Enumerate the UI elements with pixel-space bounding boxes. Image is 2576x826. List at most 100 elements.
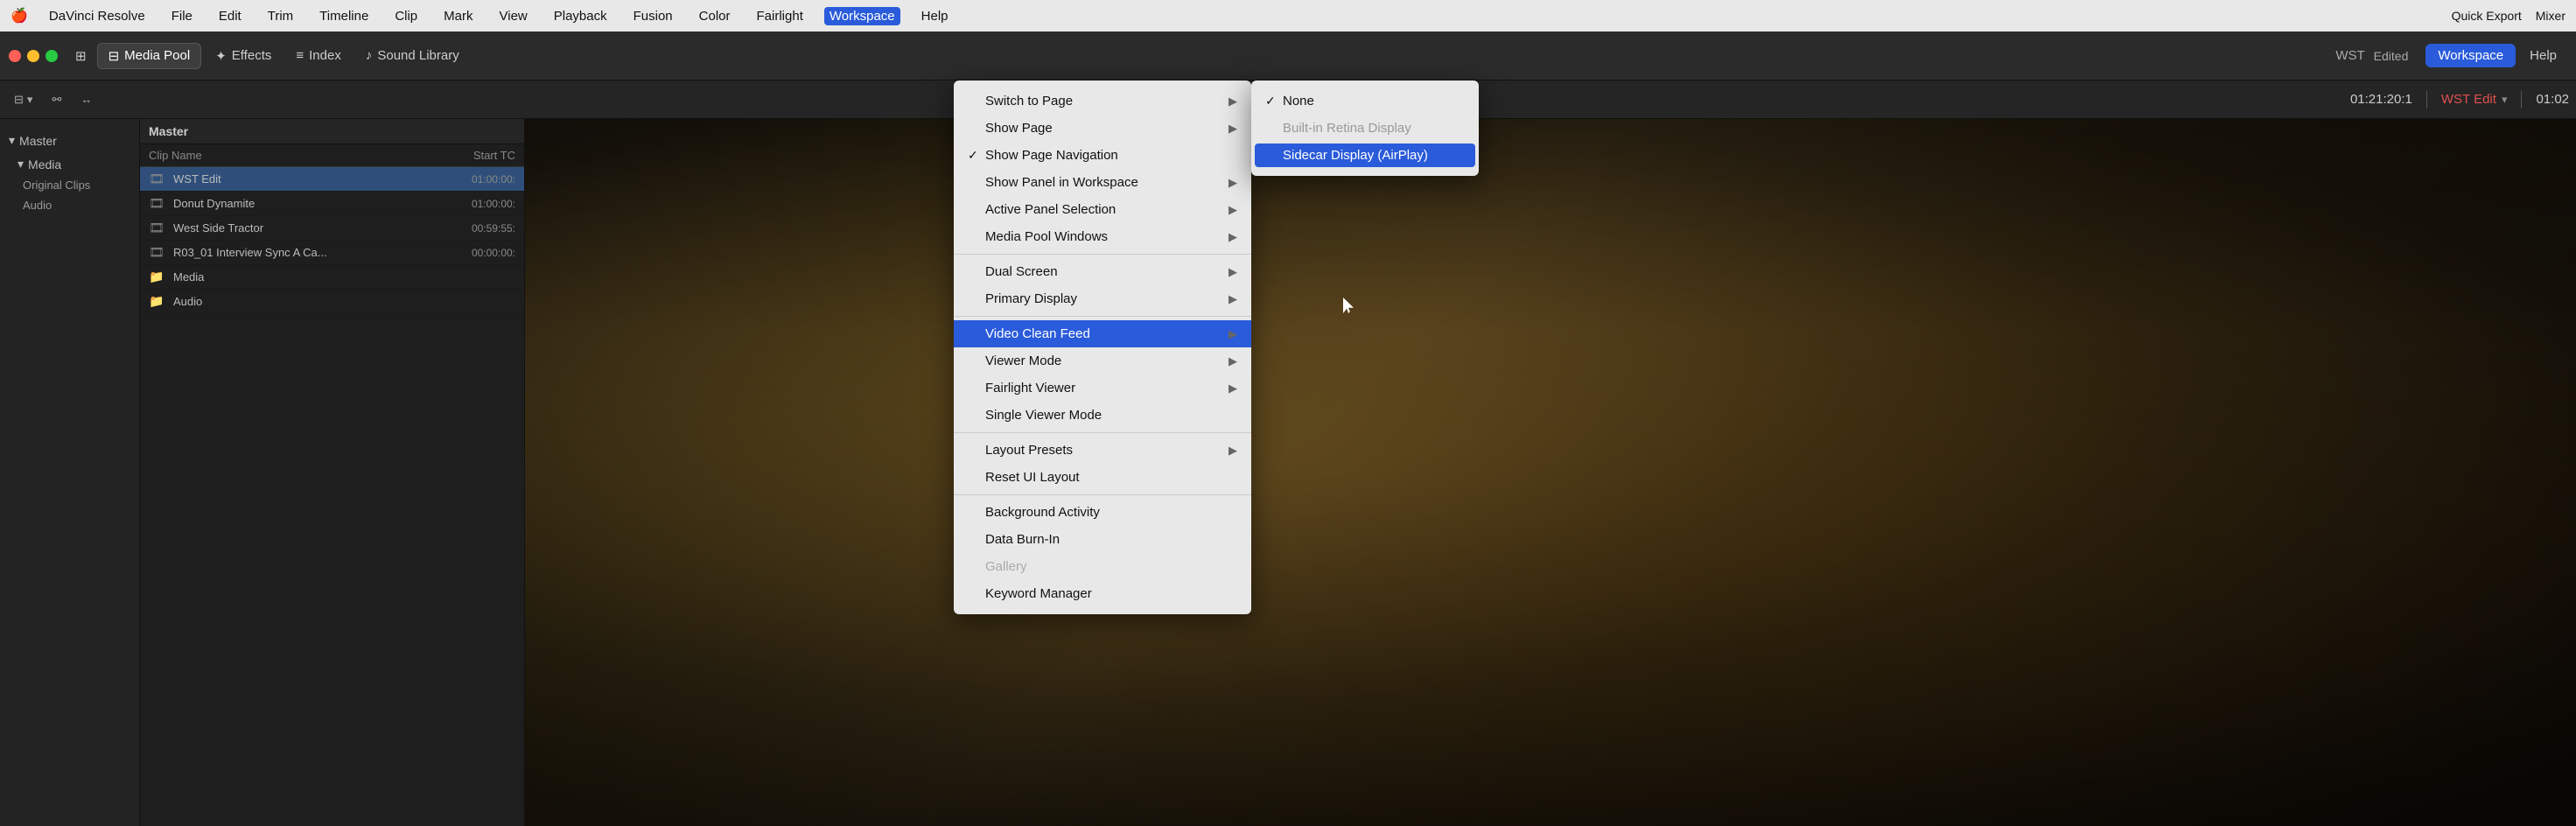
sidebar-master-header[interactable]: ▾ Master <box>0 130 139 151</box>
workspace-menu-button[interactable]: Workspace <box>2426 44 2516 67</box>
menu-item-davinci[interactable]: DaVinci Resolve <box>44 7 150 25</box>
submenu-none[interactable]: ✓ None <box>1251 88 1479 115</box>
media-pool-row[interactable]: 🎞WST Edit01:00:00: <box>140 167 524 192</box>
menu-section-5: Background Activity Data Burn-In Gallery… <box>954 495 1251 611</box>
main-content: ▾ Master ▾ Media Original Clips Audio Ma… <box>0 119 2576 826</box>
menu-background-activity[interactable]: Background Activity <box>954 499 1251 526</box>
menu-item-color[interactable]: Color <box>694 7 736 25</box>
sidebar-item-original-clips[interactable]: Original Clips <box>0 175 139 195</box>
menu-show-panel-in-workspace[interactable]: Show Panel in Workspace ▶ <box>954 169 1251 196</box>
label-show-page: Show Page <box>985 121 1228 136</box>
menu-single-viewer-mode[interactable]: Single Viewer Mode <box>954 402 1251 429</box>
menu-section-2: Dual Screen ▶ Primary Display ▶ <box>954 255 1251 317</box>
menu-item-workspace[interactable]: Workspace <box>824 7 900 25</box>
menu-fairlight-viewer[interactable]: Fairlight Viewer ▶ <box>954 374 1251 402</box>
menu-viewer-mode[interactable]: Viewer Mode ▶ <box>954 347 1251 374</box>
effects-button[interactable]: ✦ Effects <box>205 44 282 68</box>
help-menu-button[interactable]: Help <box>2519 44 2567 67</box>
menu-layout-presets[interactable]: Layout Presets ▶ <box>954 437 1251 464</box>
panel-toggle-icon: ⊞ <box>75 48 87 64</box>
col-start-tc: Start TC <box>410 149 515 162</box>
arrow-layout-presets: ▶ <box>1228 444 1237 458</box>
menu-media-pool-windows[interactable]: Media Pool Windows ▶ <box>954 223 1251 250</box>
sound-library-button[interactable]: ♪ Sound Library <box>355 44 470 67</box>
mixer-button[interactable]: Mixer <box>2536 9 2566 23</box>
minimize-button[interactable] <box>27 50 39 62</box>
row-clip-name: West Side Tractor <box>173 221 410 234</box>
media-pool-row[interactable]: 📁Audio <box>140 290 524 314</box>
arrow-primary-display: ▶ <box>1228 292 1237 306</box>
menu-video-clean-feed[interactable]: Video Clean Feed ▶ <box>954 320 1251 347</box>
media-pool-row[interactable]: 🎞Donut Dynamite01:00:00: <box>140 192 524 216</box>
menu-item-fusion[interactable]: Fusion <box>628 7 678 25</box>
menu-gallery: Gallery <box>954 553 1251 580</box>
panel-toggle-button[interactable]: ⊞ <box>68 44 94 68</box>
quick-export-button[interactable]: Quick Export <box>2452 9 2522 23</box>
menu-show-page[interactable]: Show Page ▶ <box>954 115 1251 142</box>
apple-menu[interactable]: 🍎 <box>10 7 28 24</box>
app-toolbar: ⊞ ⊟ Media Pool ✦ Effects ≡ Index ♪ Sound… <box>0 32 2576 80</box>
divider2 <box>2426 91 2427 108</box>
menu-primary-display[interactable]: Primary Display ▶ <box>954 285 1251 312</box>
menu-reset-ui-layout[interactable]: Reset UI Layout <box>954 464 1251 491</box>
media-pool-row[interactable]: 📁Media <box>140 265 524 290</box>
menu-item-playback[interactable]: Playback <box>549 7 612 25</box>
label-show-page-navigation: Show Page Navigation <box>985 148 1237 163</box>
media-pool-button[interactable]: ⊟ Media Pool <box>97 43 202 69</box>
arrow-viewer-mode: ▶ <box>1228 354 1237 368</box>
row-icon: 📁 <box>149 294 168 309</box>
index-button[interactable]: ≡ Index <box>285 44 351 67</box>
edited-badge: Edited <box>2374 49 2409 63</box>
check-show-page-nav: ✓ <box>968 148 985 163</box>
media-pool-row[interactable]: 🎞West Side Tractor00:59:55: <box>140 216 524 241</box>
media-pool-row[interactable]: 🎞R03_01 Interview Sync A Ca...00:00:00: <box>140 241 524 265</box>
label-video-clean-feed: Video Clean Feed <box>985 326 1228 341</box>
menu-item-clip[interactable]: Clip <box>389 7 423 25</box>
wst-edit-label[interactable]: WST Edit <box>2441 92 2496 107</box>
menu-active-panel-selection[interactable]: Active Panel Selection ▶ <box>954 196 1251 223</box>
link-toggle[interactable]: ⚯ <box>45 90 68 109</box>
menu-item-view[interactable]: View <box>494 7 533 25</box>
label-switch-to-page: Switch to Page <box>985 94 1228 108</box>
row-icon: 🎞 <box>149 220 168 235</box>
maximize-button[interactable] <box>46 50 58 62</box>
view-toggle[interactable]: ⊟ ▾ <box>7 90 39 109</box>
wst-edit-chevron[interactable]: ▾ <box>2502 93 2508 107</box>
menu-item-fairlight[interactable]: Fairlight <box>752 7 808 25</box>
label-layout-presets: Layout Presets <box>985 443 1228 458</box>
submenu-sidecar-airplay[interactable]: Sidecar Display (AirPlay) <box>1255 144 1475 167</box>
media-pool-icon: ⊟ <box>108 48 120 64</box>
wst-badge: WST <box>2335 48 2364 63</box>
row-clip-name: WST Edit <box>173 172 410 186</box>
menu-item-help[interactable]: Help <box>916 7 954 25</box>
label-sidecar-airplay: Sidecar Display (AirPlay) <box>1283 148 1465 163</box>
submenu-builtin-retina: Built-in Retina Display <box>1251 115 1479 142</box>
label-fairlight-viewer: Fairlight Viewer <box>985 381 1228 396</box>
check-none: ✓ <box>1265 94 1283 108</box>
menu-switch-to-page[interactable]: Switch to Page ▶ <box>954 88 1251 115</box>
menu-section-3: Video Clean Feed ▶ Viewer Mode ▶ Fairlig… <box>954 317 1251 433</box>
menu-item-mark[interactable]: Mark <box>438 7 478 25</box>
sidebar-item-audio[interactable]: Audio <box>0 195 139 215</box>
menu-keyword-manager[interactable]: Keyword Manager <box>954 580 1251 607</box>
label-active-panel-selection: Active Panel Selection <box>985 202 1228 217</box>
menu-data-burn-in[interactable]: Data Burn-In <box>954 526 1251 553</box>
menu-item-timeline[interactable]: Timeline <box>314 7 374 25</box>
label-single-viewer-mode: Single Viewer Mode <box>985 408 1237 423</box>
menu-section-4: Layout Presets ▶ Reset UI Layout <box>954 433 1251 495</box>
sidebar-media-header[interactable]: ▾ Media <box>0 153 139 175</box>
window-controls <box>9 50 58 62</box>
arrow-show-panel: ▶ <box>1228 176 1237 190</box>
workspace-dropdown-menu: Switch to Page ▶ Show Page ▶ ✓ Show Page… <box>954 80 1251 614</box>
menu-item-file[interactable]: File <box>166 7 198 25</box>
sidebar: ▾ Master ▾ Media Original Clips Audio <box>0 119 140 826</box>
menu-dual-screen[interactable]: Dual Screen ▶ <box>954 258 1251 285</box>
col-clip-name: Clip Name <box>149 149 410 162</box>
menu-item-trim[interactable]: Trim <box>262 7 298 25</box>
arrow-fairlight-viewer: ▶ <box>1228 382 1237 396</box>
menu-item-edit[interactable]: Edit <box>214 7 247 25</box>
row-icon: 🎞 <box>149 196 168 211</box>
menu-show-page-navigation[interactable]: ✓ Show Page Navigation <box>954 142 1251 169</box>
close-button[interactable] <box>9 50 21 62</box>
snapping-toggle[interactable]: ↔ <box>74 90 99 108</box>
